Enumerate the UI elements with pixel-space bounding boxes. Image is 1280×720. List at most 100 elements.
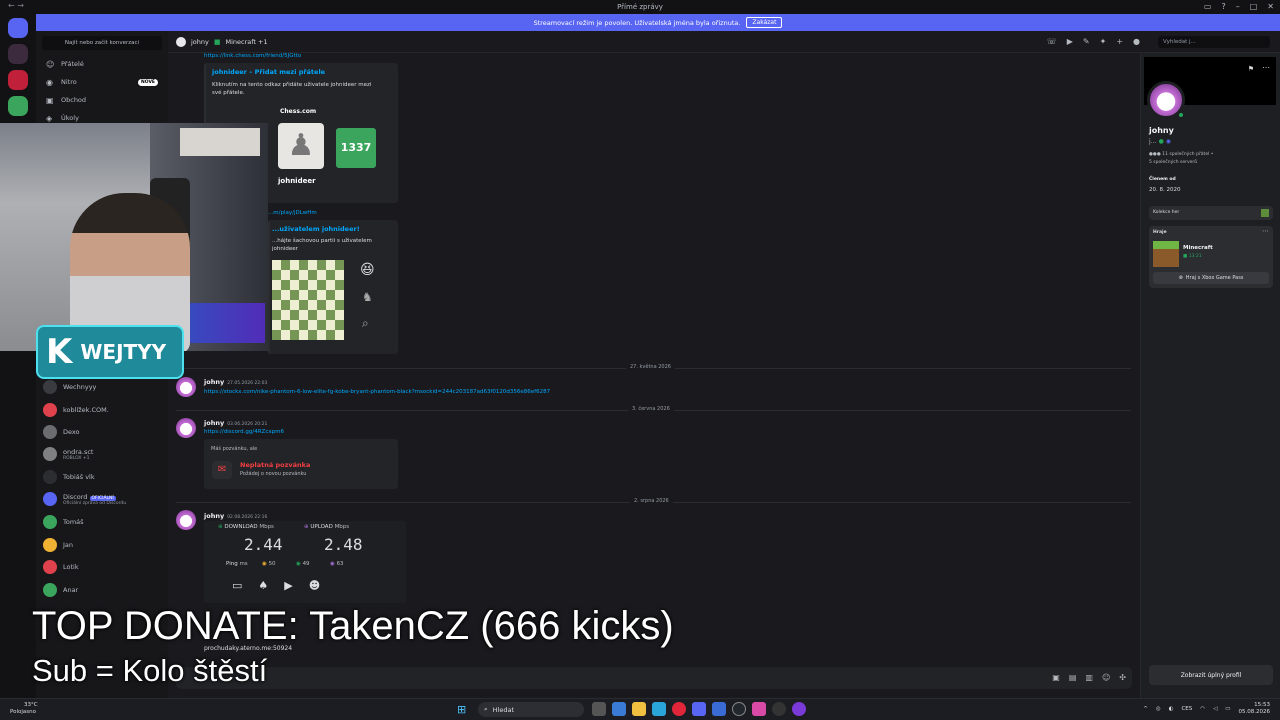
- dm-item[interactable]: Dexo: [43, 422, 80, 442]
- apps-icon[interactable]: ✣: [1119, 673, 1126, 682]
- message-link[interactable]: https://link.chess.com/friend/5JGtto: [204, 53, 301, 59]
- find-conversation-input[interactable]: Najít nebo začít konverzaci: [42, 36, 162, 50]
- task-view-icon[interactable]: [592, 702, 606, 716]
- file-explorer-icon[interactable]: [632, 702, 646, 716]
- xbox-game-pass-button[interactable]: ⊗ Hraj s Xbox Game Pass: [1153, 272, 1269, 284]
- activity-menu-icon[interactable]: ⋯: [1262, 227, 1269, 235]
- dm-item[interactable]: Tobiáš vlk: [43, 467, 95, 487]
- gif-icon[interactable]: ▤: [1069, 673, 1077, 682]
- voice-call-icon[interactable]: ☏: [1047, 37, 1057, 46]
- board-square: [272, 280, 281, 290]
- tray-chevron-icon[interactable]: ^: [1143, 706, 1148, 712]
- chat-header: johny ■ Minecraft +1 ☏ ▶ ✎ ✦ + ● Vyhleda…: [168, 31, 1280, 53]
- add-friend-icon[interactable]: ⚑: [1248, 65, 1254, 73]
- mutual-servers[interactable]: 5 společných serverů: [1149, 160, 1197, 165]
- download-value: 2.44: [244, 535, 283, 554]
- recipient-name[interactable]: johny: [191, 38, 209, 46]
- embed-title[interactable]: johnideer – Přidat mezi přátele: [212, 68, 325, 76]
- app-icon[interactable]: [712, 702, 726, 716]
- official-badge: OFICIÁLNÍ: [89, 495, 116, 501]
- server-icon[interactable]: [8, 70, 28, 90]
- server-icon[interactable]: [8, 44, 28, 64]
- chat-search-input[interactable]: Vyhledat j...: [1158, 36, 1270, 48]
- obs-icon[interactable]: [772, 702, 786, 716]
- avatar[interactable]: [176, 418, 196, 438]
- game-collection-card[interactable]: Kolekce her: [1149, 206, 1273, 220]
- embed-title[interactable]: ...uživatelem johnideer!: [272, 225, 360, 233]
- app-icon[interactable]: [752, 702, 766, 716]
- dm-item[interactable]: koblížek.COM.: [43, 400, 109, 420]
- message-author[interactable]: johny 27.05.2026 22:03: [204, 378, 267, 386]
- emoji-picker-icon[interactable]: ☺: [1102, 673, 1110, 682]
- board-square: [299, 300, 308, 310]
- mutual-friends[interactable]: ●●● 11 společných přátel •: [1149, 152, 1213, 157]
- taskbar-search[interactable]: ⌕ Hledat: [478, 702, 584, 717]
- start-icon[interactable]: ⊞: [457, 703, 466, 716]
- board-square: [299, 310, 308, 320]
- language-indicator[interactable]: CES: [1181, 706, 1192, 712]
- tray-app-icon[interactable]: ◎: [1156, 706, 1161, 712]
- close-icon[interactable]: ✕: [1267, 2, 1274, 11]
- minimize-icon[interactable]: –: [1236, 2, 1240, 11]
- back-forward-icons[interactable]: ← →: [8, 1, 24, 10]
- streamer-mode-banner: Streamovací režim je povolen. Uživatelsk…: [36, 14, 1280, 31]
- github-icon[interactable]: [732, 702, 746, 716]
- avatar[interactable]: [176, 37, 186, 47]
- inbox-icon[interactable]: ▭: [1204, 2, 1212, 11]
- nav-friends[interactable]: ☺ Přátelé: [36, 55, 168, 73]
- message-input[interactable]: ▣ ▤ ▥ ☺ ✣: [176, 667, 1132, 689]
- board-square: [317, 270, 326, 280]
- date-divider: 27. května 2026: [626, 364, 675, 370]
- ping-up-icon: ◉: [330, 561, 335, 567]
- message-link[interactable]: https://stockx.com/nike-phantom-6-low-el…: [204, 389, 550, 395]
- disable-streamer-mode-button[interactable]: Zakázat: [746, 17, 783, 28]
- help-icon[interactable]: ?: [1221, 2, 1225, 11]
- clock[interactable]: 15:53 05.08.2026: [1239, 702, 1271, 716]
- dm-item[interactable]: Jan: [43, 535, 73, 555]
- board-square: [326, 280, 335, 290]
- dm-item[interactable]: Wechnyyy: [43, 377, 96, 397]
- board-square: [290, 290, 299, 300]
- nav-nitro[interactable]: ◉ Nitro NOVÉ: [36, 73, 168, 91]
- wifi-icon[interactable]: ◠: [1200, 706, 1205, 712]
- edge-icon[interactable]: [652, 702, 666, 716]
- app-icon[interactable]: [792, 702, 806, 716]
- tray-app-icon[interactable]: ◐: [1169, 706, 1174, 712]
- server-icon[interactable]: [8, 96, 28, 116]
- message-link[interactable]: ...m/play/jDLwHm: [268, 210, 317, 216]
- dm-item[interactable]: Lotik: [43, 557, 79, 577]
- upload-value: 2.48: [324, 535, 363, 554]
- home-discord-icon[interactable]: [8, 18, 28, 38]
- minecraft-game-icon: [1153, 241, 1179, 267]
- dm-item[interactable]: Anar: [43, 580, 78, 600]
- video-call-icon[interactable]: ▶: [1067, 37, 1073, 46]
- board-square: [290, 310, 299, 320]
- add-friend-icon[interactable]: +: [1116, 37, 1123, 46]
- avatar[interactable]: [176, 510, 196, 530]
- pawn-icon: ♟: [287, 128, 315, 163]
- nav-shop[interactable]: ▣ Obchod: [36, 91, 168, 109]
- message-author[interactable]: johny 03.06.2026 20:21: [204, 419, 267, 427]
- view-full-profile-button[interactable]: Zobrazit úplný profil: [1149, 665, 1273, 685]
- gift-icon[interactable]: ▣: [1052, 673, 1060, 682]
- weather-widget[interactable]: 33°C Polojasno: [10, 702, 38, 716]
- board-square: [299, 280, 308, 290]
- widgets-icon[interactable]: [612, 702, 626, 716]
- profile-toggle-icon[interactable]: ●: [1133, 37, 1140, 46]
- dm-item[interactable]: Tomáš: [43, 512, 84, 532]
- maximize-icon[interactable]: □: [1250, 2, 1258, 11]
- avatar[interactable]: [176, 377, 196, 397]
- message-link[interactable]: https://discord.gg/4RZcxpm6: [204, 429, 284, 435]
- nitro-gift-icon[interactable]: ✎: [1083, 37, 1090, 46]
- more-options-icon[interactable]: ⋯: [1262, 63, 1270, 72]
- dm-item[interactable]: Discord OFICIÁLNÍ Oficiální zpráva od Dis…: [43, 489, 126, 509]
- battery-icon[interactable]: ▭: [1225, 706, 1230, 712]
- volume-icon[interactable]: ◁: [1213, 706, 1217, 712]
- discord-taskbar-icon[interactable]: [692, 702, 706, 716]
- message-author[interactable]: johny 02.08.2026 22:16: [204, 512, 267, 520]
- sticker-icon[interactable]: ▥: [1085, 673, 1093, 682]
- pin-icon[interactable]: ✦: [1100, 37, 1107, 46]
- opera-icon[interactable]: [672, 702, 686, 716]
- board-square: [317, 280, 326, 290]
- dm-item[interactable]: ondra.sct ROBLOX +1: [43, 444, 93, 464]
